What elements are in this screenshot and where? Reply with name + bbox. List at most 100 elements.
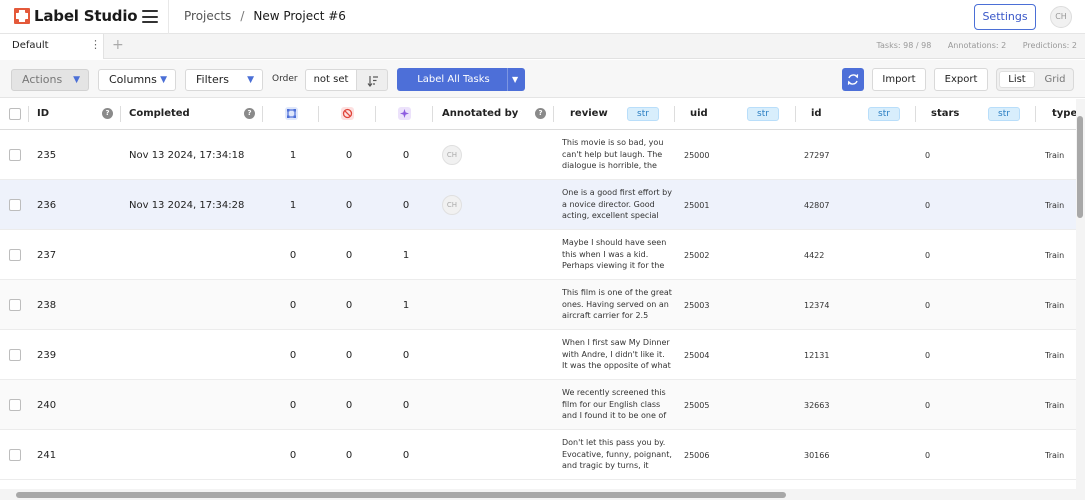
horizontal-scrollbar-thumb[interactable] [16, 492, 786, 498]
list-view-button[interactable]: List [999, 71, 1035, 88]
column-type-tag: str [747, 107, 779, 121]
help-icon[interactable]: ? [244, 108, 255, 119]
row-checkbox[interactable] [9, 149, 21, 161]
cell-uid: 25001 [684, 201, 710, 210]
column-header-stars[interactable]: stars [931, 108, 959, 119]
settings-button[interactable]: Settings [974, 4, 1036, 30]
select-all-checkbox[interactable] [9, 108, 21, 120]
cancelled-annotations-icon[interactable] [341, 107, 354, 120]
cell-cancelled-annotations: 0 [345, 200, 353, 211]
cell-total-annotations: 0 [289, 300, 297, 311]
row-checkbox[interactable] [9, 299, 21, 311]
tab-default[interactable]: Default ⋮ [0, 34, 104, 59]
table-row[interactable]: 240 0 0 0 We recently screened this film for… [0, 380, 1076, 430]
column-separator [120, 106, 121, 122]
breadcrumb-current-project[interactable]: New Project #6 [253, 9, 346, 23]
cell-type: Train [1045, 201, 1065, 210]
top-header: Label Studio Projects / New Project #6 Set… [0, 0, 1085, 34]
cell-id2: 12131 [804, 351, 830, 360]
breadcrumb: Projects / New Project #6 [184, 9, 346, 23]
refresh-button[interactable] [842, 68, 864, 91]
cell-total-annotations: 1 [289, 200, 297, 211]
column-separator [28, 106, 29, 122]
order-label: Order [272, 74, 298, 84]
cell-cancelled-annotations: 0 [345, 150, 353, 161]
cell-completed: Nov 13 2024, 17:34:18 [129, 150, 245, 161]
help-icon[interactable]: ? [535, 108, 546, 119]
vertical-scrollbar-thumb[interactable] [1077, 116, 1083, 218]
help-icon[interactable]: ? [102, 108, 113, 119]
chevron-down-icon[interactable]: ▼ [512, 68, 518, 91]
order-select[interactable]: not set [305, 69, 357, 91]
cell-id2: 32663 [804, 401, 830, 410]
row-checkbox[interactable] [9, 349, 21, 361]
table-row[interactable]: 235 Nov 13 2024, 17:34:18 1 0 0 CH This movie … [0, 130, 1076, 180]
cell-id: 240 [37, 400, 57, 411]
cell-id: 239 [37, 350, 57, 361]
label-studio-logo-icon [14, 8, 30, 24]
cell-review: When I first saw My Dinner with Andre, I… [562, 338, 671, 373]
header-divider [168, 0, 169, 34]
column-header-completed[interactable]: Completed [129, 108, 190, 119]
label-all-tasks-button[interactable]: Label All Tasks ▼ [397, 68, 525, 91]
cell-stars: 0 [925, 301, 931, 310]
cell-cancelled-annotations: 0 [345, 350, 353, 361]
column-header-id2[interactable]: id [811, 108, 822, 119]
column-header-review[interactable]: review [570, 108, 608, 119]
cell-review: We recently screened this film for our E… [562, 388, 667, 420]
cell-cancelled-annotations: 0 [345, 300, 353, 311]
toolbar: Actions ▼ Columns ▼ Filters ▼ Order not … [0, 60, 1085, 98]
table-row[interactable]: 239 0 0 0 When I first saw My Dinner with An… [0, 330, 1076, 380]
column-separator [553, 106, 554, 122]
column-header-uid[interactable]: uid [690, 108, 708, 119]
cell-predictions: 1 [402, 300, 410, 311]
cell-review: Maybe I should have seen this when I was… [562, 238, 667, 270]
cell-review: This movie is so bad, you can't help but… [562, 138, 664, 170]
table-row[interactable]: 241 0 0 0 Don't let this pass you by. Evocat… [0, 430, 1076, 480]
table-row[interactable]: 236 Nov 13 2024, 17:34:28 1 0 0 CH One is a go… [0, 180, 1076, 230]
column-separator [375, 106, 376, 122]
predictions-count: Predictions: 2 [1022, 41, 1077, 50]
breadcrumb-projects-link[interactable]: Projects [184, 9, 231, 23]
tab-options-icon[interactable]: ⋮ [90, 38, 101, 51]
grid-view-button[interactable]: Grid [1039, 71, 1071, 88]
actions-button[interactable]: Actions ▼ [11, 69, 89, 91]
cell-stars: 0 [925, 451, 931, 460]
chevron-down-icon: ▼ [73, 75, 80, 85]
total-annotations-icon[interactable] [285, 107, 298, 120]
cell-id2: 4422 [804, 251, 825, 260]
cell-id2: 12374 [804, 301, 830, 310]
filters-button[interactable]: Filters ▼ [185, 69, 263, 91]
column-separator [318, 106, 319, 122]
row-checkbox[interactable] [9, 249, 21, 261]
row-checkbox[interactable] [9, 449, 21, 461]
table-row[interactable]: 237 0 0 1 Maybe I should have seen this when… [0, 230, 1076, 280]
cell-cancelled-annotations: 0 [345, 250, 353, 261]
column-separator [795, 106, 796, 122]
cell-stars: 0 [925, 151, 931, 160]
view-mode-toggle: List Grid [996, 68, 1074, 91]
column-header-id[interactable]: ID [37, 108, 49, 119]
tasks-count: Tasks: 98 / 98 [876, 41, 932, 50]
cell-uid: 25004 [684, 351, 710, 360]
row-checkbox[interactable] [9, 399, 21, 411]
cell-review: This film is one of the great ones. Havi… [562, 288, 672, 323]
breadcrumb-separator: / [240, 9, 245, 23]
column-header-annotated-by[interactable]: Annotated by [442, 108, 518, 119]
cell-uid: 25005 [684, 401, 710, 410]
button-split-divider [507, 68, 508, 91]
columns-label: Columns [109, 73, 157, 86]
predictions-icon[interactable] [398, 107, 411, 120]
table-row[interactable]: 238 0 0 1 This film is one of the great ones… [0, 280, 1076, 330]
sort-direction-button[interactable] [356, 69, 388, 91]
plus-icon[interactable]: + [112, 37, 124, 53]
table-header: ID ? Completed ? Annotated by ? review s… [0, 99, 1085, 130]
export-button[interactable]: Export [934, 68, 988, 91]
import-button[interactable]: Import [872, 68, 926, 91]
columns-button[interactable]: Columns ▼ [98, 69, 176, 91]
column-header-type[interactable]: type [1052, 108, 1077, 119]
user-avatar[interactable]: CH [1050, 6, 1072, 28]
hamburger-menu-icon[interactable] [142, 10, 158, 23]
row-checkbox[interactable] [9, 199, 21, 211]
cell-predictions: 0 [402, 200, 410, 211]
